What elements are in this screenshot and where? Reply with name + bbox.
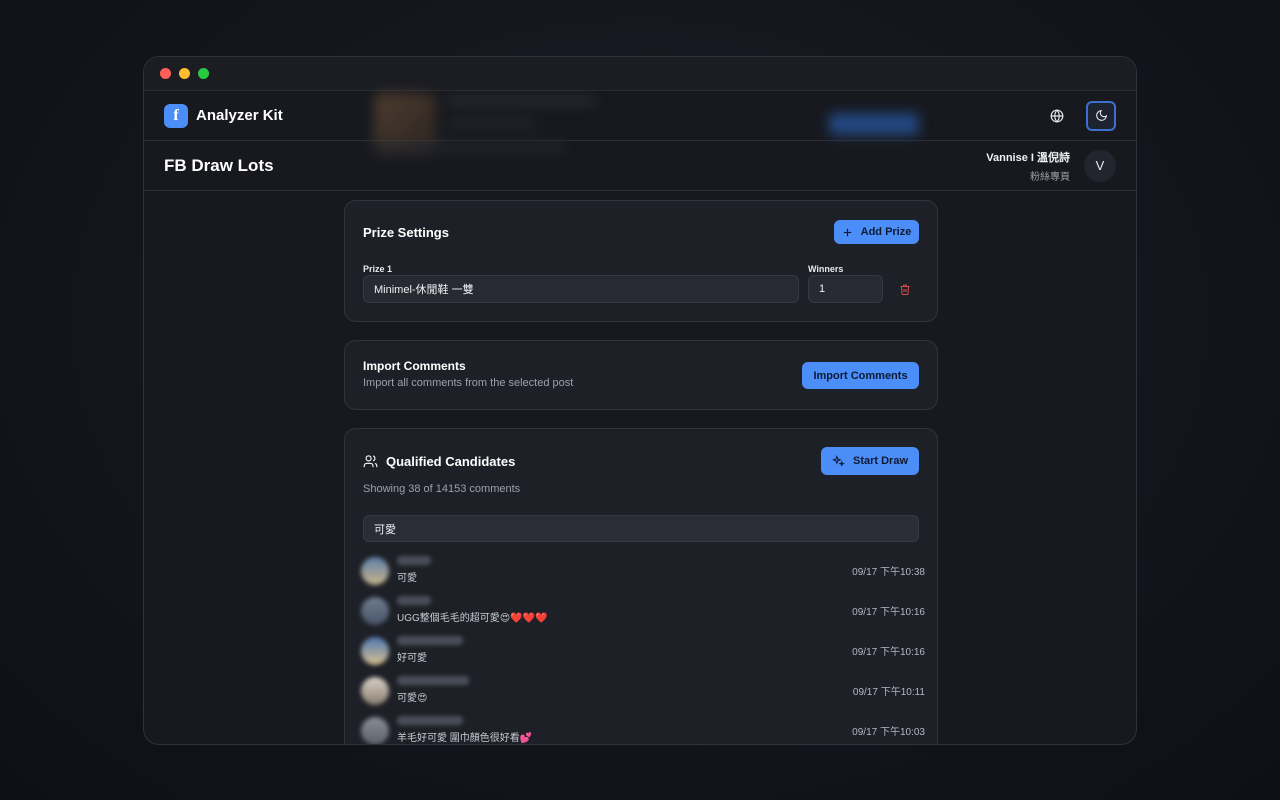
candidates-title: Qualified Candidates [386,454,516,469]
minimize-window-button[interactable] [179,68,190,79]
page-header: FB Draw Lots Vannise I 溫倪詩 粉絲專頁 V [144,141,1136,191]
add-prize-label: Add Prize [860,226,912,238]
top-actions [1042,100,1116,131]
language-button[interactable] [1042,101,1072,131]
add-prize-button[interactable]: Add Prize [834,220,919,244]
close-window-button[interactable] [160,68,171,79]
commenter-name-blurred [397,716,463,725]
list-item[interactable]: 好可愛 09/17 下午10:16 [361,633,925,673]
main-content: Prize Settings Add Prize Prize 1 Minimel… [144,191,1136,744]
account-switcher[interactable]: Vannise I 溫倪詩 粉絲專頁 V [986,149,1116,183]
prize-name-label: Prize 1 [363,264,393,274]
candidates-header: Qualified Candidates [363,454,515,469]
list-item[interactable]: 羊毛好可愛 圍巾顏色很好看💕 09/17 下午10:03 [361,713,925,744]
brand-name: Analyzer Kit [196,107,283,124]
avatar [361,677,389,705]
avatar [361,557,389,585]
app-window: f Analyzer Kit FB Draw Lots Vannise I 溫倪… [143,56,1137,745]
sparkles-icon [832,454,845,467]
winners-input[interactable]: 1 [808,275,883,303]
comment-text: 好可愛 [397,653,427,664]
zoom-window-button[interactable] [198,68,209,79]
list-item[interactable]: 可愛😍 09/17 下午10:11 [361,673,925,713]
prize-name-value: Minimel-休閒鞋 一雙 [374,284,474,296]
candidates-summary: Showing 38 of 14153 comments [363,483,521,495]
winners-label: Winners [808,264,844,274]
list-item[interactable]: 可愛 09/17 下午10:38 [361,553,925,593]
winners-value: 1 [819,283,826,295]
avatar [361,637,389,665]
trash-icon [900,284,910,295]
commenter-name-blurred [397,676,469,685]
prize-name-input[interactable]: Minimel-休閒鞋 一雙 [363,275,799,303]
import-comments-label: Import Comments [813,369,908,382]
comment-filter-input[interactable]: 可愛 [363,515,919,542]
comment-time: 09/17 下午10:11 [852,687,925,698]
page-title: FB Draw Lots [164,155,274,175]
window-titlebar [144,57,1136,91]
comment-filter-value: 可愛 [374,523,396,536]
theme-toggle-button[interactable] [1086,100,1116,131]
start-draw-label: Start Draw [852,455,909,467]
qualified-candidates-card: Qualified Candidates Start Draw Showing … [344,428,938,744]
account-type: 粉絲專頁 [1030,171,1070,183]
account-avatar[interactable]: V [1084,149,1116,182]
import-comments-card: Import Comments Import all comments from… [344,340,938,410]
moon-icon [1095,109,1107,121]
start-draw-button[interactable]: Start Draw [821,447,919,475]
top-navbar: f Analyzer Kit [144,91,1136,155]
comment-text: 羊毛好可愛 圍巾顏色很好看💕 [397,733,533,744]
comment-time: 09/17 下午10:16 [852,607,925,618]
import-comments-title: Import Comments [363,359,466,373]
list-item[interactable]: UGG整個毛毛的超可愛😍❤️❤️❤️ 09/17 下午10:16 [361,593,925,633]
globe-icon [1050,108,1064,123]
prize-settings-title: Prize Settings [363,225,449,240]
commenter-name-blurred [397,556,431,565]
comment-time: 09/17 下午10:03 [852,727,925,738]
account-name: Vannise I 溫倪詩 [986,151,1070,164]
comment-text: UGG整個毛毛的超可愛😍❤️❤️❤️ [397,613,548,624]
plus-icon [843,228,851,236]
comment-text: 可愛 [397,573,417,584]
facebook-logo-icon: f [164,103,188,128]
import-comments-button[interactable]: Import Comments [802,362,919,389]
users-icon [363,455,378,468]
commenter-name-blurred [397,636,463,645]
prize-settings-card: Prize Settings Add Prize Prize 1 Minimel… [344,200,938,322]
comment-time: 09/17 下午10:16 [852,647,925,658]
commenter-name-blurred [397,596,431,605]
brand[interactable]: f Analyzer Kit [164,103,283,128]
comment-time: 09/17 下午10:38 [852,567,925,578]
candidate-list: 可愛 09/17 下午10:38 UGG整個毛毛的超可愛😍❤️❤️❤️ 09/1… [361,553,925,744]
avatar [361,717,389,744]
comment-text: 可愛😍 [397,693,428,704]
delete-prize-button[interactable] [899,283,911,301]
avatar [361,597,389,625]
account-info: Vannise I 溫倪詩 粉絲專頁 [986,149,1070,183]
import-comments-subtitle: Import all comments from the selected po… [363,377,574,389]
